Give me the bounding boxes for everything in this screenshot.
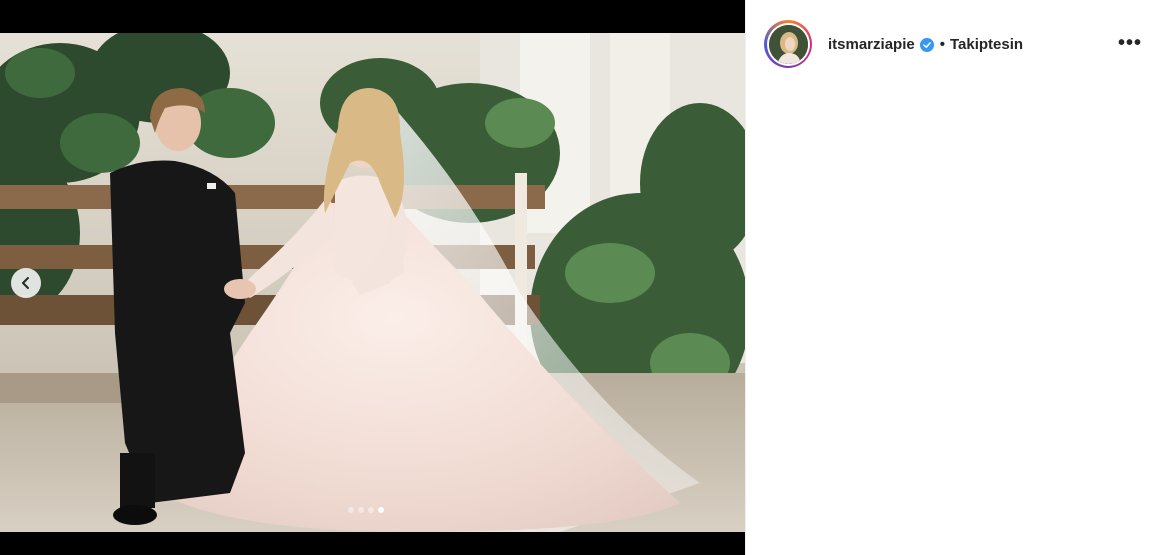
following-button[interactable]: Takiptesin bbox=[950, 36, 1023, 53]
post-sidebar: itsmarziapie • Takiptesin ••• bbox=[745, 0, 1155, 555]
post-media bbox=[0, 0, 745, 555]
carousel-previous-button[interactable] bbox=[11, 268, 41, 298]
user-row: itsmarziapie • Takiptesin bbox=[828, 36, 1023, 53]
carousel-dot bbox=[358, 507, 364, 513]
chevron-left-icon bbox=[22, 277, 29, 289]
carousel-dot bbox=[368, 507, 374, 513]
username-link[interactable]: itsmarziapie bbox=[828, 36, 915, 53]
post-header: itsmarziapie • Takiptesin ••• bbox=[746, 0, 1155, 90]
more-options-button[interactable]: ••• bbox=[1118, 33, 1142, 53]
carousel-indicator bbox=[348, 507, 384, 513]
avatar[interactable] bbox=[764, 20, 812, 68]
verified-badge-icon bbox=[919, 37, 934, 52]
wedding-photo bbox=[0, 33, 745, 532]
carousel-dot bbox=[348, 507, 354, 513]
separator: • bbox=[939, 36, 945, 53]
avatar-image bbox=[768, 24, 808, 64]
carousel-dot-active bbox=[378, 507, 384, 513]
